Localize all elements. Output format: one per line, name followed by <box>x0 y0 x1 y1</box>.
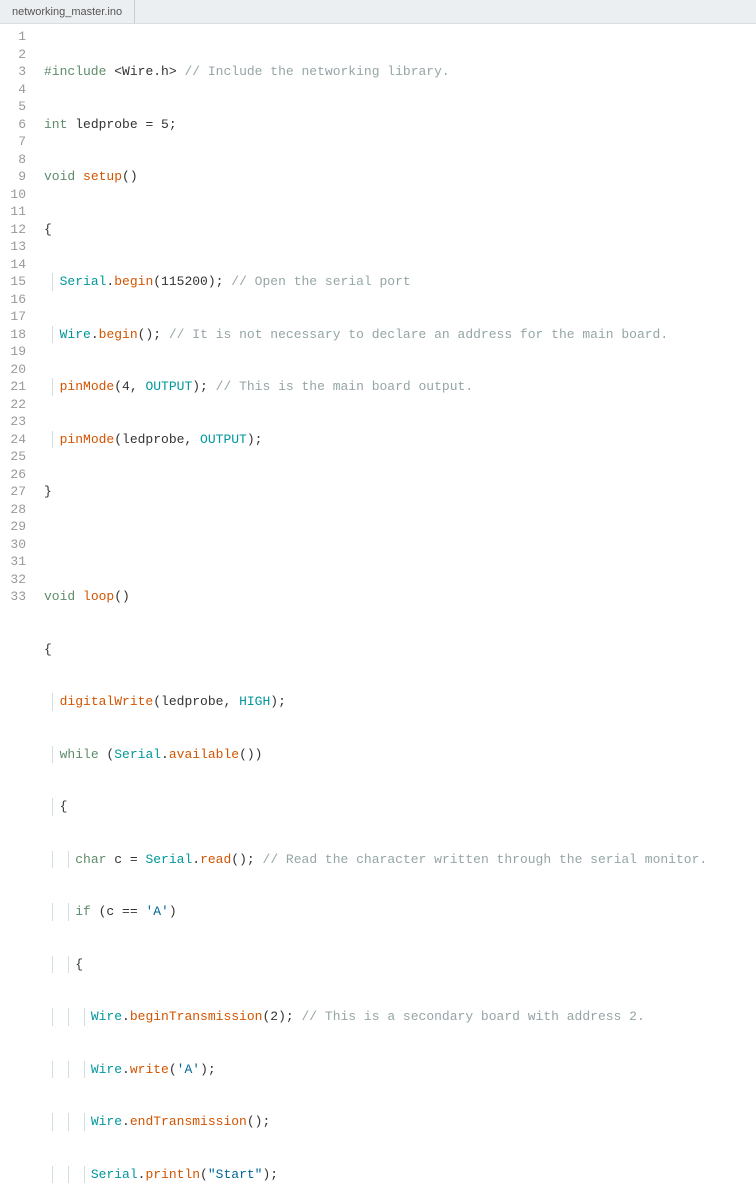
line-number: 13 <box>4 238 26 256</box>
code-editor[interactable]: 1234567891011121314151617181920212223242… <box>0 24 756 600</box>
line-number: 6 <box>4 116 26 134</box>
line-number: 27 <box>4 483 26 501</box>
line-number: 23 <box>4 413 26 431</box>
code-line: char c = Serial.read(); // Read the char… <box>44 851 707 869</box>
tab-bar: networking_master.ino <box>0 0 756 24</box>
line-number: 2 <box>4 46 26 64</box>
code-line: int ledprobe = 5; <box>44 116 707 134</box>
code-line: Wire.begin(); // It is not necessary to … <box>44 326 707 344</box>
code-area[interactable]: #include <Wire.h> // Include the network… <box>36 24 707 600</box>
line-number: 7 <box>4 133 26 151</box>
line-number: 31 <box>4 553 26 571</box>
line-number: 5 <box>4 98 26 116</box>
tab-filename: networking_master.ino <box>12 6 122 18</box>
line-number: 30 <box>4 536 26 554</box>
line-number: 22 <box>4 396 26 414</box>
line-number: 21 <box>4 378 26 396</box>
line-number: 14 <box>4 256 26 274</box>
file-tab[interactable]: networking_master.ino <box>0 0 135 23</box>
line-number: 20 <box>4 361 26 379</box>
code-line: { <box>44 956 707 974</box>
line-number: 33 <box>4 588 26 606</box>
code-line <box>44 536 707 554</box>
code-line: void setup() <box>44 168 707 186</box>
code-line: void loop() <box>44 588 707 606</box>
line-number: 1 <box>4 28 26 46</box>
line-number: 16 <box>4 291 26 309</box>
line-number: 15 <box>4 273 26 291</box>
code-line: Serial.begin(115200); // Open the serial… <box>44 273 707 291</box>
line-number: 32 <box>4 571 26 589</box>
code-line: { <box>44 221 707 239</box>
line-number: 4 <box>4 81 26 99</box>
line-numbers: 1234567891011121314151617181920212223242… <box>0 24 36 600</box>
line-number: 26 <box>4 466 26 484</box>
code-line: Wire.beginTransmission(2); // This is a … <box>44 1008 707 1026</box>
line-number: 29 <box>4 518 26 536</box>
line-number: 9 <box>4 168 26 186</box>
code-line: if (c == 'A') <box>44 903 707 921</box>
code-line: pinMode(4, OUTPUT); // This is the main … <box>44 378 707 396</box>
code-line: Wire.write('A'); <box>44 1061 707 1079</box>
line-number: 8 <box>4 151 26 169</box>
code-line: Wire.endTransmission(); <box>44 1113 707 1131</box>
line-number: 3 <box>4 63 26 81</box>
code-line: { <box>44 798 707 816</box>
line-number: 24 <box>4 431 26 449</box>
code-line: while (Serial.available()) <box>44 746 707 764</box>
code-line: #include <Wire.h> // Include the network… <box>44 63 707 81</box>
line-number: 10 <box>4 186 26 204</box>
code-line: } <box>44 483 707 501</box>
line-number: 19 <box>4 343 26 361</box>
code-line: pinMode(ledprobe, OUTPUT); <box>44 431 707 449</box>
code-line: digitalWrite(ledprobe, HIGH); <box>44 693 707 711</box>
line-number: 17 <box>4 308 26 326</box>
code-line: Serial.println("Start"); <box>44 1166 707 1184</box>
line-number: 12 <box>4 221 26 239</box>
line-number: 28 <box>4 501 26 519</box>
code-line: { <box>44 641 707 659</box>
line-number: 18 <box>4 326 26 344</box>
line-number: 25 <box>4 448 26 466</box>
line-number: 11 <box>4 203 26 221</box>
